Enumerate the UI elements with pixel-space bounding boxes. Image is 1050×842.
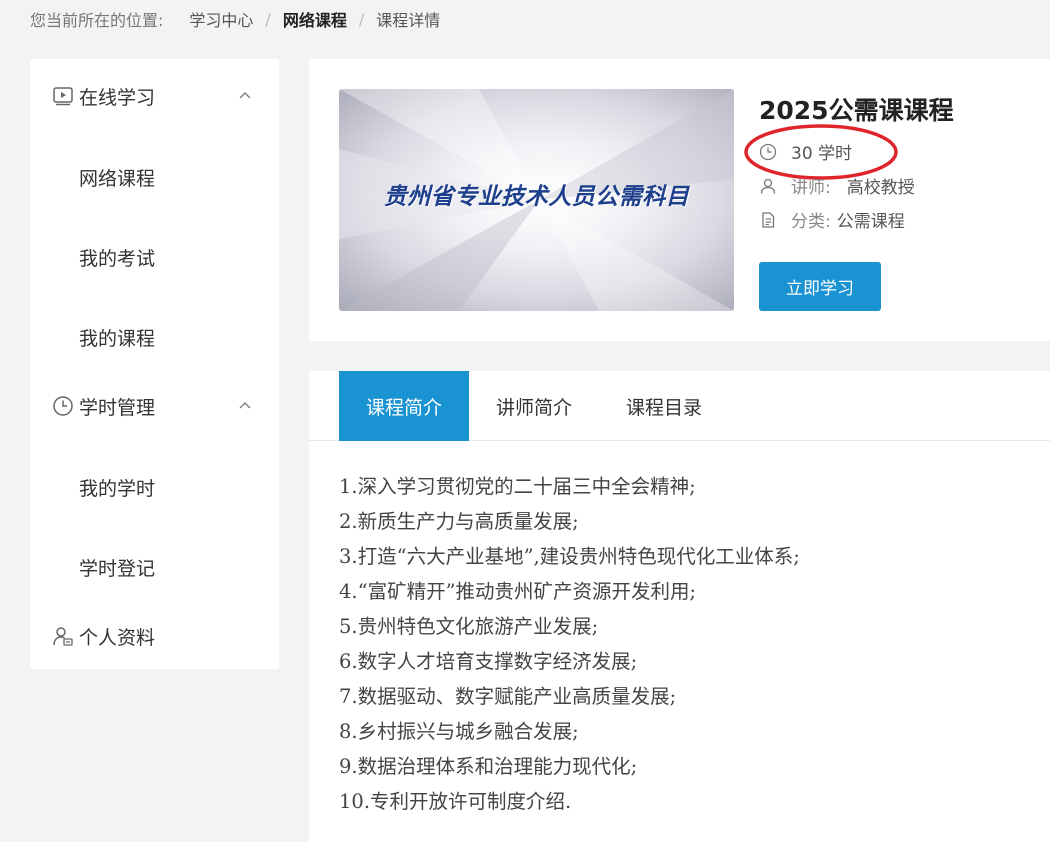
start-learning-button[interactable]: 立即学习 [759,262,881,311]
list-item: 2.新质生产力与高质量发展; [339,510,579,533]
sidebar-item-my-hours[interactable]: 我的学时 [30,467,279,507]
sidebar-item-my-courses[interactable]: 我的课程 [30,317,279,357]
breadcrumb-prefix: 您当前所在的位置: [30,11,164,30]
sidebar-item-online-courses[interactable]: 网络课程 [30,157,279,197]
list-item: 4.“富矿精开”推动贵州矿产资源开发利用; [339,580,697,603]
course-info-card: 贵州省专业技术人员公需科目 2025公需课课程 30 学时 讲师: 高校教授 分… [309,59,1050,341]
breadcrumb-course-detail: 课程详情 [376,11,441,30]
teacher-value: 高校教授 [846,178,915,198]
chevron-up-icon[interactable] [238,88,252,102]
sidebar-item-label: 我的学时 [79,477,156,500]
chevron-up-icon[interactable] [238,398,252,412]
sidebar-item-label: 我的考试 [79,247,156,270]
breadcrumb-separator: / [265,9,271,29]
category-value: 公需课程 [836,212,905,232]
sidebar-item-label: 学时登记 [79,557,156,580]
sidebar-item-label: 我的课程 [79,327,156,350]
video-play-icon [52,85,74,107]
category-label: 分类: [791,212,831,232]
breadcrumb: 您当前所在的位置: 学习中心 / 网络课程 / 课程详情 [30,7,441,31]
list-item: 7.数据驱动、数字赋能产业高质量发展; [339,685,677,708]
user-card-icon [52,625,74,647]
list-item: 6.数字人才培育支撑数字经济发展; [339,650,638,673]
breadcrumb-online-courses[interactable]: 网络课程 [283,7,347,31]
breadcrumb-separator: / [358,9,365,29]
user-icon [759,177,777,195]
sidebar: 在线学习 网络课程 我的考试 我的课程 学时管理 我的学时 学时登记 个人资料 [30,59,279,669]
course-cover-image[interactable]: 贵州省专业技术人员公需科目 [339,89,734,311]
tab-course-intro[interactable]: 课程简介 [339,371,469,441]
sidebar-group-label: 在线学习 [79,86,156,109]
sidebar-group-online-learning[interactable]: 在线学习 [30,76,279,116]
list-item: 10.专利开放许可制度介绍. [339,790,572,813]
course-detail-card: 课程简介 讲师简介 课程目录 1.深入学习贯彻党的二十届三中全会精神; 2.新质… [309,371,1050,842]
list-item: 9.数据治理体系和治理能力现代化; [339,755,638,778]
course-outline-list: 1.深入学习贯彻党的二十届三中全会精神; 2.新质生产力与高质量发展; 3.打造… [339,469,800,819]
sidebar-item-label: 网络课程 [79,167,156,190]
breadcrumb-study-center[interactable]: 学习中心 [189,7,253,31]
sidebar-group-label: 学时管理 [79,396,156,419]
tab-bar: 课程简介 讲师简介 课程目录 [309,371,1050,441]
list-item: 8.乡村振兴与城乡融合发展; [339,720,579,743]
sidebar-item-hours-registration[interactable]: 学时登记 [30,547,279,587]
course-category: 分类: 公需课程 [759,207,905,232]
course-teacher: 讲师: 高校教授 [759,173,915,198]
teacher-label: 讲师: [791,178,831,198]
sidebar-group-profile[interactable]: 个人资料 [30,616,279,656]
tab-teacher-intro[interactable]: 讲师简介 [469,371,599,441]
clock-icon [52,395,74,417]
document-icon [759,211,777,229]
sidebar-group-label: 个人资料 [79,626,156,649]
cover-title-text: 贵州省专业技术人员公需科目 [383,184,690,210]
tab-course-catalog[interactable]: 课程目录 [599,371,729,441]
list-item: 5.贵州特色文化旅游产业发展; [339,615,599,638]
list-item: 1.深入学习贯彻党的二十届三中全会精神; [339,475,696,498]
list-item: 3.打造“六大产业基地”,建设贵州特色现代化工业体系; [339,545,800,568]
sidebar-group-hours-management[interactable]: 学时管理 [30,386,279,426]
sidebar-item-my-exams[interactable]: 我的考试 [30,237,279,277]
